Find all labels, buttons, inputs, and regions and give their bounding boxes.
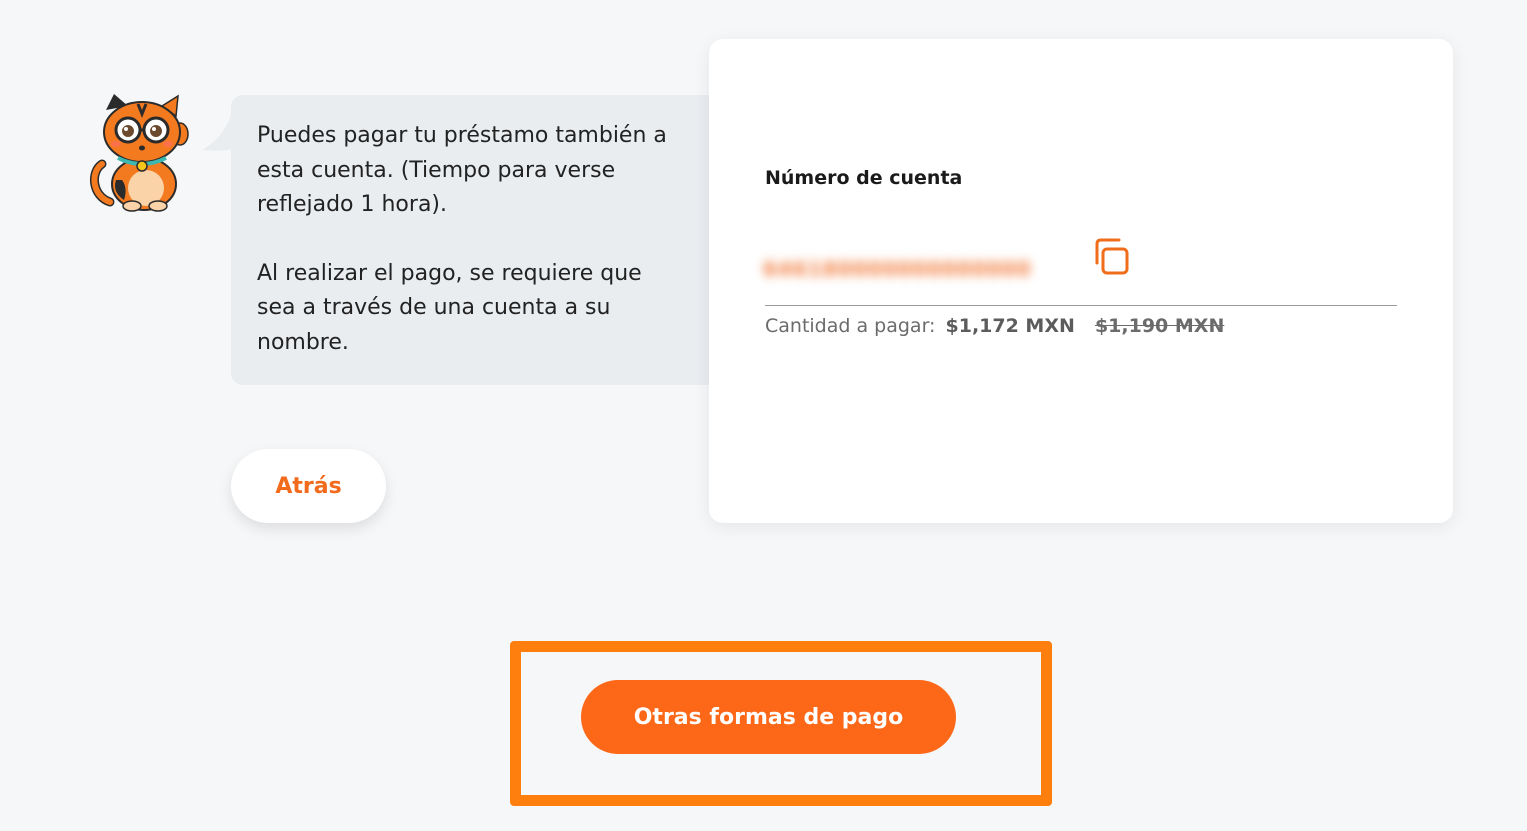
amount-to-pay: Cantidad a pagar: $1,172 MXN $1,190 MXN bbox=[765, 315, 1224, 337]
chat-bubble: Puedes pagar tu préstamo también a esta … bbox=[231, 95, 709, 385]
payment-page: Puedes pagar tu préstamo también a esta … bbox=[0, 0, 1527, 831]
chat-message-paragraph: Puedes pagar tu préstamo también a esta … bbox=[257, 123, 667, 217]
other-payment-methods-button[interactable]: Otras formas de pago bbox=[581, 680, 956, 754]
copy-icon[interactable] bbox=[1089, 235, 1133, 279]
account-card: Número de cuenta 646180000000000000 Cant… bbox=[709, 39, 1453, 523]
account-number-value: 646180000000000000 bbox=[763, 257, 1032, 281]
account-number-label: Número de cuenta bbox=[765, 167, 963, 189]
amount-current: $1,172 MXN bbox=[945, 315, 1075, 337]
chat-message-paragraph: Al realizar el pago, se requiere que sea… bbox=[257, 260, 642, 355]
account-divider bbox=[765, 305, 1397, 306]
amount-original-strikethrough: $1,190 MXN bbox=[1094, 315, 1225, 337]
amount-label: Cantidad a pagar: bbox=[765, 315, 936, 337]
back-button[interactable]: Atrás bbox=[231, 449, 386, 523]
cat-mascot-icon bbox=[90, 94, 189, 212]
